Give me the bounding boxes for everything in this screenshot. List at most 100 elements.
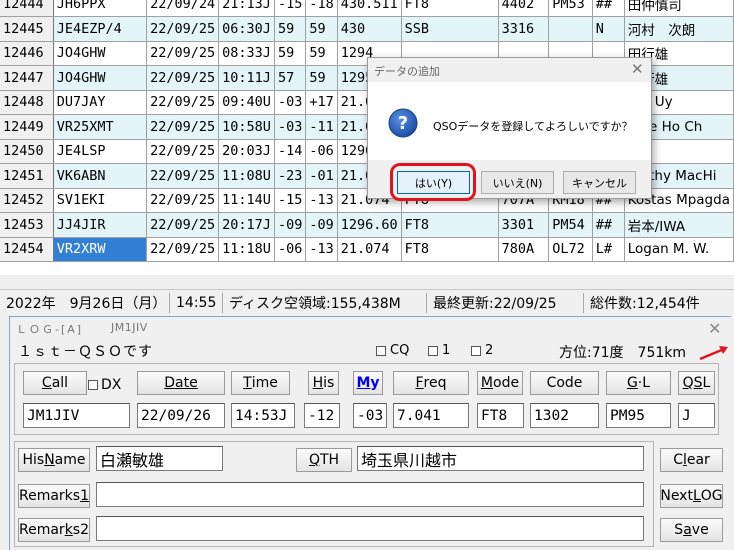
cell-no: 12449 <box>0 114 54 140</box>
cell-my: 59 <box>305 16 338 42</box>
cell-mode: FT8 <box>401 0 499 17</box>
cell-qsl: ## <box>592 0 625 17</box>
his-name-button[interactable]: His Name <box>18 448 90 472</box>
cell-code: 3301 <box>498 212 550 238</box>
his-report-input[interactable]: -12 <box>304 403 340 428</box>
his-name-input[interactable]: 白瀬敏雄 <box>96 446 223 471</box>
cell-call: VK6ABN <box>53 163 148 189</box>
gl-input[interactable]: PM95 <box>606 403 671 428</box>
cell-gl: PM54 <box>548 212 593 238</box>
cell-call: JE4LSP <box>53 139 148 164</box>
cell-his: -15 <box>274 188 307 213</box>
cell-no: 12447 <box>0 65 54 91</box>
check-1-checkbox[interactable]: 1 <box>428 343 450 358</box>
clear-button[interactable]: Cl ear <box>660 448 723 472</box>
cell-time: 09:40U <box>218 90 275 115</box>
dialog-title: データの追加 <box>374 65 440 78</box>
mode-input[interactable]: FT8 <box>477 403 524 428</box>
cell-call: DU7JAY <box>53 90 148 115</box>
cell-his: -09 <box>274 212 307 238</box>
cell-date: 22/09/25 <box>146 114 220 140</box>
table-row[interactable]: 12445 JE4EZP/4 22/09/25 06:30J 59 59 430 SSB 331… <box>0 16 734 42</box>
cell-time: 08:33J <box>218 41 275 66</box>
cell-his: -14 <box>274 139 307 164</box>
table-row[interactable]: 12454 VR2XRW 22/09/25 11:18U -06 -13 21.074 FT8… <box>0 237 734 262</box>
cell-my: -09 <box>305 212 338 238</box>
cell-gl <box>548 16 593 42</box>
cell-his: -03 <box>274 114 307 140</box>
qsl-button[interactable]: QS L <box>678 371 715 395</box>
cell-call: JE4EZP/4 <box>53 16 148 42</box>
cell-name: 田仲慎司 <box>624 0 734 17</box>
dialog-message: QSOデータを登録してよろしいですか？ <box>433 120 633 133</box>
cell-time: 20:17J <box>218 212 275 238</box>
my-report-input[interactable]: -03 <box>353 403 387 428</box>
nextlog-button[interactable]: Next L OG <box>660 484 723 508</box>
table-row[interactable]: 12444 JH6PPX 22/09/24 21:13J -15 -18 430.511 FT… <box>0 0 734 17</box>
freq-input[interactable]: 7.041 <box>393 403 469 428</box>
cell-date: 22/09/25 <box>146 65 220 91</box>
dx-checkbox[interactable]: DX <box>88 377 121 393</box>
his-button[interactable]: His <box>308 371 339 395</box>
remarks2-input[interactable] <box>96 516 644 541</box>
cell-no: 12444 <box>0 0 54 17</box>
cell-date: 22/09/25 <box>146 16 220 42</box>
code-input[interactable]: 1302 <box>530 403 599 428</box>
code-button[interactable]: Code <box>530 371 599 395</box>
date-input[interactable]: 22/09/26 <box>137 403 225 428</box>
cell-no: 12451 <box>0 163 54 189</box>
cell-mode: SSB <box>401 16 499 42</box>
cell-freq: 21.074 <box>337 237 402 262</box>
cancel-button[interactable]: キャンセル <box>563 171 636 194</box>
cell-time: 10:58U <box>218 114 275 140</box>
cell-no: 12454 <box>0 237 54 262</box>
gl-button[interactable]: G ·L <box>606 371 671 395</box>
my-button[interactable]: My <box>353 371 383 395</box>
qth-button[interactable]: Q TH <box>296 448 352 472</box>
remarks1-input[interactable] <box>96 482 644 507</box>
cell-call: VR2XRW <box>53 237 148 262</box>
cell-date: 22/09/25 <box>146 139 220 164</box>
time-input[interactable]: 14:53J <box>231 403 295 428</box>
close-icon[interactable]: ✕ <box>708 319 721 338</box>
cell-date: 22/09/25 <box>146 41 220 66</box>
qsl-input[interactable]: J <box>678 403 715 428</box>
cell-his: -03 <box>274 90 307 115</box>
date-button[interactable]: Date <box>137 371 225 395</box>
check-2-checkbox[interactable]: 2 <box>471 343 493 358</box>
cell-no: 12453 <box>0 212 54 238</box>
cell-his: -06 <box>274 237 307 262</box>
cell-my: +17 <box>305 90 338 115</box>
call-input[interactable]: JM1JIV <box>23 403 130 428</box>
no-button[interactable]: いいえ(N) <box>481 171 554 194</box>
cell-my: -06 <box>305 139 338 164</box>
cell-name: 河村 次朗 <box>624 16 734 42</box>
cell-date: 22/09/24 <box>146 0 220 17</box>
cell-no: 12446 <box>0 41 54 66</box>
form-callsign-title: JM1JIV <box>111 321 148 334</box>
mode-button[interactable]: Mode <box>477 371 523 395</box>
freq-button[interactable]: Freq <box>393 371 469 395</box>
status-time: 14:55 <box>170 292 223 313</box>
cq-checkbox[interactable]: CQ <box>376 343 409 358</box>
save-button[interactable]: Sa ve <box>660 518 723 542</box>
remarks1-button[interactable]: Remarks 1 <box>18 484 90 508</box>
cell-freq: 430 <box>337 16 402 42</box>
time-button[interactable]: Time <box>231 371 290 395</box>
cell-code: 780A <box>498 237 550 262</box>
table-row[interactable]: 12453 JJ4JIR 22/09/25 20:17J -09 -09 1296.60 FT… <box>0 212 734 238</box>
cell-my: 59 <box>305 41 338 66</box>
qso-message: １ｓｔ－ＱＳＯです <box>18 344 153 360</box>
cell-time: 11:08U <box>218 163 275 189</box>
cell-his: 59 <box>274 16 307 42</box>
cell-qsl: ## <box>592 212 625 238</box>
cell-call: JO4GHW <box>53 65 148 91</box>
remarks2-button[interactable]: Remar k s2 <box>18 518 90 542</box>
status-date: 2022年 9月26日（月） <box>0 292 170 313</box>
qth-input[interactable]: 埼玉県川越市 <box>357 446 644 471</box>
cell-time: 20:03J <box>218 139 275 164</box>
dialog-close-icon[interactable]: ✕ <box>631 60 644 78</box>
call-button[interactable]: Call <box>23 371 87 395</box>
cell-my: -13 <box>305 237 338 262</box>
cell-no: 12448 <box>0 90 54 115</box>
